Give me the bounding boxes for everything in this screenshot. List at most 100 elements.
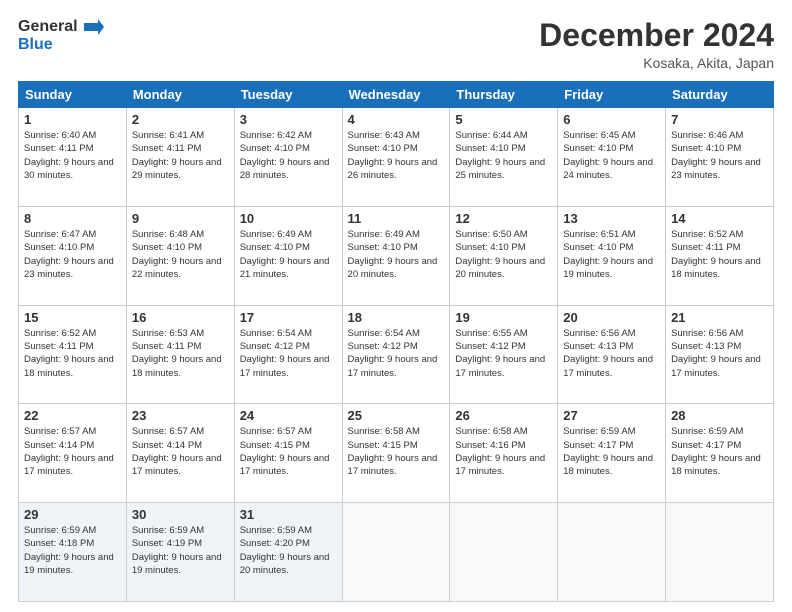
sunrise-label: Sunrise: 6:40 AM [24,129,121,142]
daylight-label: Daylight: 9 hours and 19 minutes. [132,551,229,578]
daylight-label: Daylight: 9 hours and 20 minutes. [240,551,337,578]
day-number: 14 [671,211,768,226]
daylight-label: Daylight: 9 hours and 17 minutes. [455,452,552,479]
day-number: 16 [132,310,229,325]
sunset-label: Sunset: 4:10 PM [671,142,768,155]
cell-info: Sunrise: 6:48 AM Sunset: 4:10 PM Dayligh… [132,228,229,281]
day-number: 9 [132,211,229,226]
day-number: 19 [455,310,552,325]
sunset-label: Sunset: 4:11 PM [24,340,121,353]
cell-info: Sunrise: 6:43 AM Sunset: 4:10 PM Dayligh… [348,129,445,182]
sunrise-label: Sunrise: 6:54 AM [348,327,445,340]
day-number: 25 [348,408,445,423]
sunset-label: Sunset: 4:12 PM [348,340,445,353]
day-cell-11: 11 Sunrise: 6:49 AM Sunset: 4:10 PM Dayl… [342,206,450,305]
sunrise-label: Sunrise: 6:54 AM [240,327,337,340]
sunrise-label: Sunrise: 6:58 AM [455,425,552,438]
location: Kosaka, Akita, Japan [539,55,774,71]
daylight-label: Daylight: 9 hours and 18 minutes. [563,452,660,479]
cell-info: Sunrise: 6:57 AM Sunset: 4:14 PM Dayligh… [132,425,229,478]
sunset-label: Sunset: 4:11 PM [132,142,229,155]
cell-info: Sunrise: 6:59 AM Sunset: 4:20 PM Dayligh… [240,524,337,577]
sunset-label: Sunset: 4:13 PM [563,340,660,353]
calendar-week-2: 8 Sunrise: 6:47 AM Sunset: 4:10 PM Dayli… [19,206,774,305]
calendar-week-1: 1 Sunrise: 6:40 AM Sunset: 4:11 PM Dayli… [19,108,774,207]
sunset-label: Sunset: 4:15 PM [348,439,445,452]
day-cell-6: 6 Sunrise: 6:45 AM Sunset: 4:10 PM Dayli… [558,108,666,207]
daylight-label: Daylight: 9 hours and 23 minutes. [24,255,121,282]
sunrise-label: Sunrise: 6:42 AM [240,129,337,142]
sunrise-label: Sunrise: 6:47 AM [24,228,121,241]
empty-cell [450,503,558,602]
day-cell-14: 14 Sunrise: 6:52 AM Sunset: 4:11 PM Dayl… [666,206,774,305]
cell-info: Sunrise: 6:53 AM Sunset: 4:11 PM Dayligh… [132,327,229,380]
day-number: 13 [563,211,660,226]
sunset-label: Sunset: 4:10 PM [348,241,445,254]
sunset-label: Sunset: 4:17 PM [671,439,768,452]
page: General Blue December 2024 Kosaka, Akita… [0,0,792,612]
sunrise-label: Sunrise: 6:57 AM [24,425,121,438]
sunrise-label: Sunrise: 6:46 AM [671,129,768,142]
daylight-label: Daylight: 9 hours and 17 minutes. [455,353,552,380]
day-cell-15: 15 Sunrise: 6:52 AM Sunset: 4:11 PM Dayl… [19,305,127,404]
sunrise-label: Sunrise: 6:53 AM [132,327,229,340]
cell-info: Sunrise: 6:54 AM Sunset: 4:12 PM Dayligh… [348,327,445,380]
day-number: 1 [24,112,121,127]
cell-info: Sunrise: 6:49 AM Sunset: 4:10 PM Dayligh… [348,228,445,281]
day-cell-10: 10 Sunrise: 6:49 AM Sunset: 4:10 PM Dayl… [234,206,342,305]
day-cell-17: 17 Sunrise: 6:54 AM Sunset: 4:12 PM Dayl… [234,305,342,404]
sunrise-label: Sunrise: 6:57 AM [132,425,229,438]
cell-info: Sunrise: 6:54 AM Sunset: 4:12 PM Dayligh… [240,327,337,380]
cell-info: Sunrise: 6:49 AM Sunset: 4:10 PM Dayligh… [240,228,337,281]
sunset-label: Sunset: 4:10 PM [240,241,337,254]
sunset-label: Sunset: 4:10 PM [563,142,660,155]
daylight-label: Daylight: 9 hours and 23 minutes. [671,156,768,183]
daylight-label: Daylight: 9 hours and 17 minutes. [671,353,768,380]
logo-arrow-icon [84,19,104,35]
calendar-week-4: 22 Sunrise: 6:57 AM Sunset: 4:14 PM Dayl… [19,404,774,503]
daylight-label: Daylight: 9 hours and 21 minutes. [240,255,337,282]
sunrise-label: Sunrise: 6:59 AM [671,425,768,438]
day-number: 11 [348,211,445,226]
sunrise-label: Sunrise: 6:52 AM [24,327,121,340]
sunrise-label: Sunrise: 6:59 AM [24,524,121,537]
day-cell-19: 19 Sunrise: 6:55 AM Sunset: 4:12 PM Dayl… [450,305,558,404]
sunrise-label: Sunrise: 6:49 AM [348,228,445,241]
day-number: 8 [24,211,121,226]
col-tuesday: Tuesday [234,82,342,108]
cell-info: Sunrise: 6:44 AM Sunset: 4:10 PM Dayligh… [455,129,552,182]
day-cell-26: 26 Sunrise: 6:58 AM Sunset: 4:16 PM Dayl… [450,404,558,503]
cell-info: Sunrise: 6:56 AM Sunset: 4:13 PM Dayligh… [671,327,768,380]
sunrise-label: Sunrise: 6:44 AM [455,129,552,142]
cell-info: Sunrise: 6:59 AM Sunset: 4:17 PM Dayligh… [563,425,660,478]
day-number: 20 [563,310,660,325]
cell-info: Sunrise: 6:42 AM Sunset: 4:10 PM Dayligh… [240,129,337,182]
sunset-label: Sunset: 4:10 PM [455,241,552,254]
sunset-label: Sunset: 4:14 PM [24,439,121,452]
cell-info: Sunrise: 6:40 AM Sunset: 4:11 PM Dayligh… [24,129,121,182]
calendar-week-3: 15 Sunrise: 6:52 AM Sunset: 4:11 PM Dayl… [19,305,774,404]
sunrise-label: Sunrise: 6:48 AM [132,228,229,241]
day-cell-21: 21 Sunrise: 6:56 AM Sunset: 4:13 PM Dayl… [666,305,774,404]
sunset-label: Sunset: 4:11 PM [24,142,121,155]
cell-info: Sunrise: 6:59 AM Sunset: 4:18 PM Dayligh… [24,524,121,577]
day-number: 17 [240,310,337,325]
cell-info: Sunrise: 6:57 AM Sunset: 4:14 PM Dayligh… [24,425,121,478]
day-number: 26 [455,408,552,423]
sunset-label: Sunset: 4:19 PM [132,537,229,550]
day-number: 29 [24,507,121,522]
col-sunday: Sunday [19,82,127,108]
sunset-label: Sunset: 4:10 PM [563,241,660,254]
col-wednesday: Wednesday [342,82,450,108]
day-cell-23: 23 Sunrise: 6:57 AM Sunset: 4:14 PM Dayl… [126,404,234,503]
daylight-label: Daylight: 9 hours and 18 minutes. [132,353,229,380]
day-cell-2: 2 Sunrise: 6:41 AM Sunset: 4:11 PM Dayli… [126,108,234,207]
day-number: 7 [671,112,768,127]
daylight-label: Daylight: 9 hours and 22 minutes. [132,255,229,282]
sunrise-label: Sunrise: 6:58 AM [348,425,445,438]
cell-info: Sunrise: 6:58 AM Sunset: 4:15 PM Dayligh… [348,425,445,478]
day-cell-28: 28 Sunrise: 6:59 AM Sunset: 4:17 PM Dayl… [666,404,774,503]
empty-cell [342,503,450,602]
daylight-label: Daylight: 9 hours and 17 minutes. [132,452,229,479]
sunset-label: Sunset: 4:10 PM [348,142,445,155]
